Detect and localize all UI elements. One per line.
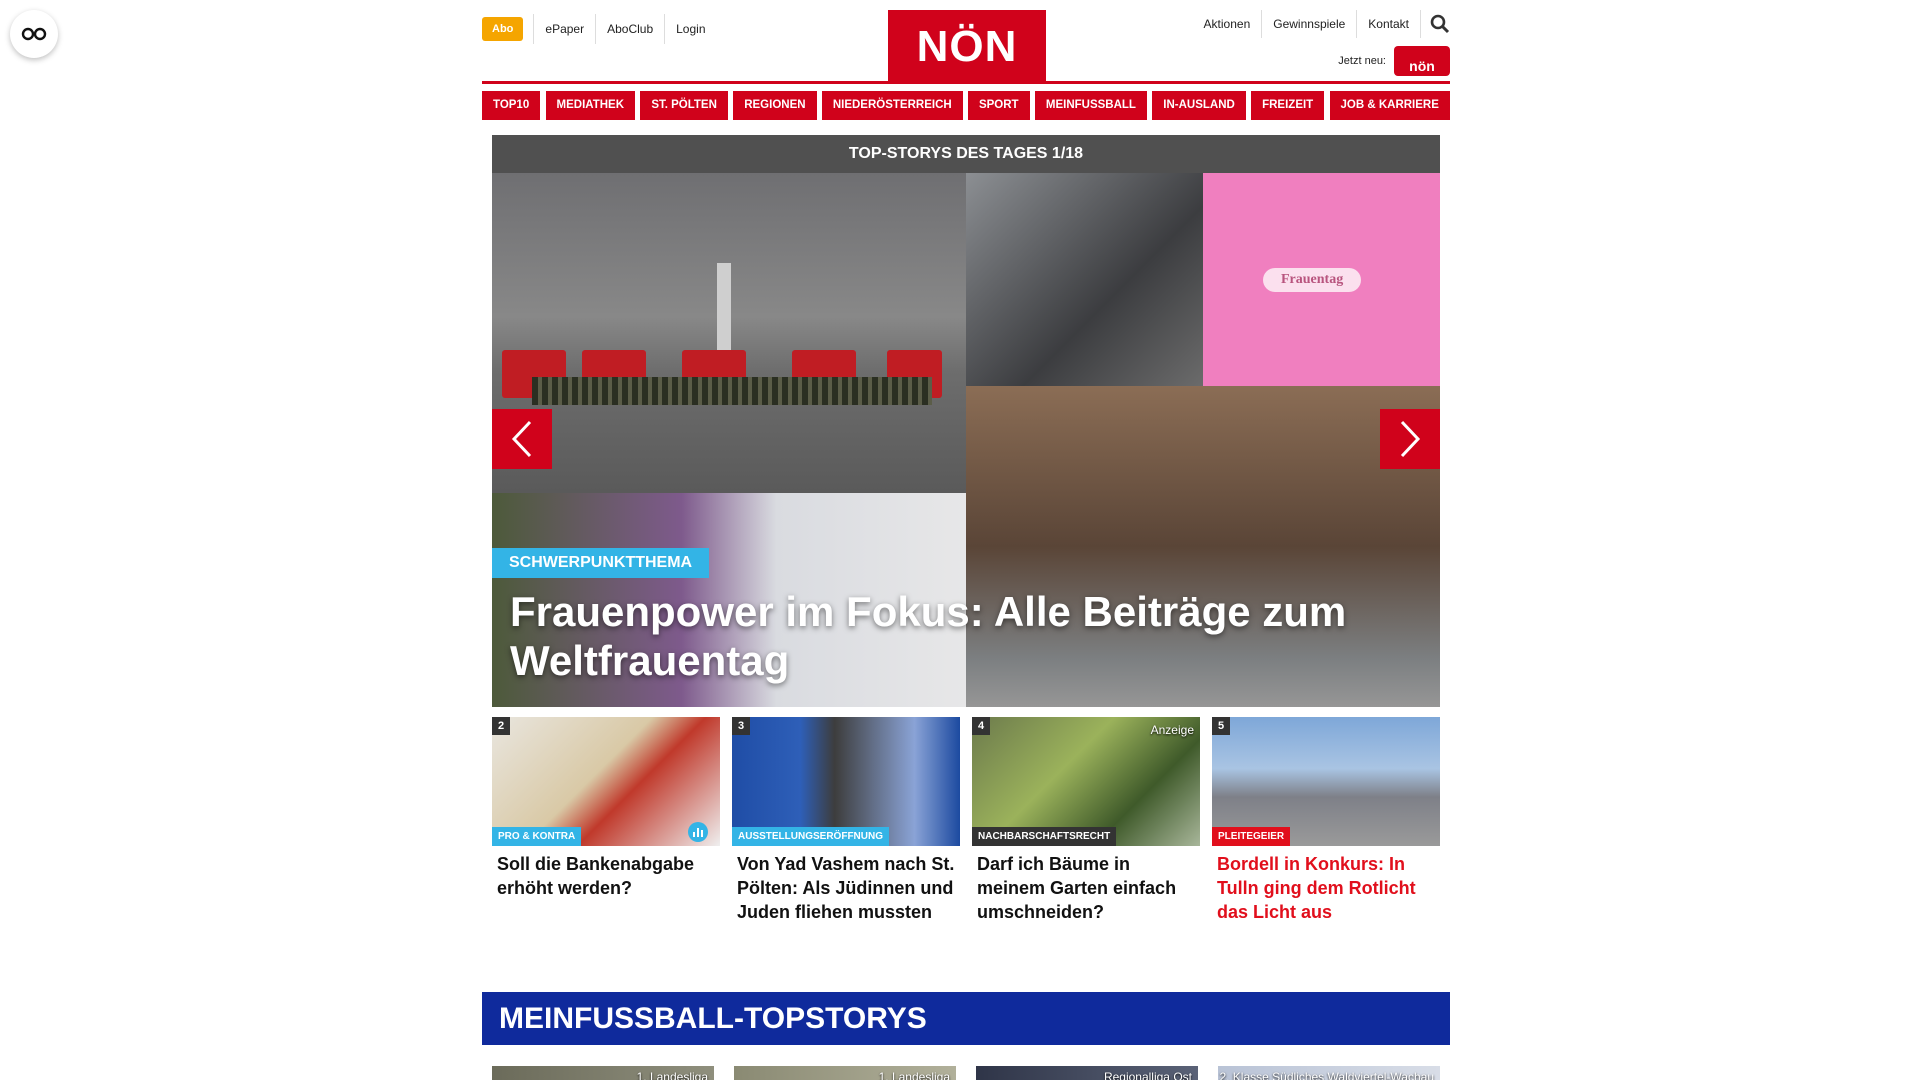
jetzt-neu-label: Jetzt neu: (1338, 55, 1386, 67)
poll-chart-icon (688, 822, 708, 842)
fussball-cards: 1. Landesliga 1. Landesliga Regionalliga… (492, 1066, 1440, 1080)
story-title[interactable]: Darf ich Bäume in meinem Garten einfach … (972, 846, 1200, 924)
chevron-right-icon (1400, 420, 1421, 458)
league-label: 2. Klasse Südliches Waldviertel-Wachau (1219, 1070, 1434, 1080)
nav-niederoesterreich[interactable]: NIEDERÖSTERREICH (821, 91, 963, 120)
gewinnspiele-link[interactable]: Gewinnspiele (1261, 10, 1356, 38)
epaper-link[interactable]: ePaper (533, 14, 595, 44)
fussball-card[interactable]: 1. Landesliga (734, 1066, 956, 1080)
nav-job-karriere[interactable]: JOB & KARRIERE (1329, 91, 1450, 120)
nav-top10[interactable]: TOP10 (482, 91, 541, 120)
header-left-links: Abo ePaper AboClub Login (482, 14, 717, 44)
workshop-group-image (966, 173, 1203, 386)
nav-regionen[interactable]: REGIONEN (733, 91, 817, 120)
fussball-card[interactable]: Regionalliga Ost (976, 1066, 1198, 1080)
story-tag: PRO & KONTRA (492, 827, 582, 846)
glasses-icon (21, 27, 47, 41)
chevron-left-icon (511, 420, 532, 458)
slider-prev-button[interactable] (492, 409, 552, 469)
story-image: 4 Anzeige NACHBARSCHAFTSRECHT (972, 717, 1200, 846)
league-label: 1. Landesliga (878, 1070, 950, 1080)
reader-mode-button[interactable] (10, 10, 58, 58)
story-rank: 2 (492, 717, 510, 735)
story-image: 2 PRO & KONTRA (492, 717, 720, 846)
abo-button[interactable]: Abo (482, 17, 524, 41)
story-tag: AUSSTELLUNGSERÖFFNUNG (732, 827, 889, 846)
story-title[interactable]: Bordell in Konkurs: In Tulln ging dem Ro… (1212, 846, 1440, 924)
story-card[interactable]: 4 Anzeige NACHBARSCHAFTSRECHT Darf ich B… (972, 717, 1200, 924)
slider-kicker: SCHWERPUNKTTHEMA (492, 548, 710, 578)
frauentag-label: Frauentag (1263, 268, 1362, 292)
fussball-card[interactable]: 2. Klasse Südliches Waldviertel-Wachau (1218, 1066, 1440, 1080)
story-rank: 5 (1212, 717, 1230, 735)
ladder-graphic (717, 263, 731, 353)
nav-sport[interactable]: SPORT (967, 91, 1030, 120)
noen-app-badge[interactable]: nön (1394, 46, 1450, 76)
story-image: 3 AUSSTELLUNGSERÖFFNUNG (732, 717, 960, 846)
fire-brigade-image (492, 173, 966, 493)
kontakt-link[interactable]: Kontakt (1356, 10, 1420, 38)
header-right-links: Aktionen Gewinnspiele Kontakt (1193, 10, 1450, 38)
nav-mediathek[interactable]: MEDIATHEK (545, 91, 636, 120)
top-stories-slider[interactable]: TOP-STORYS DES TAGES 1/18 Frauentag SCHW… (492, 135, 1440, 707)
site-logo[interactable]: NÖN (888, 10, 1046, 84)
slider-title: TOP-STORYS DES TAGES 1/18 (492, 135, 1440, 173)
nav-freizeit[interactable]: FREIZEIT (1251, 91, 1325, 120)
story-image: 5 PLEITEGEIER (1212, 717, 1440, 846)
site-header: Abo ePaper AboClub Login NÖN Aktionen Ge… (482, 0, 1450, 84)
page-container: Abo ePaper AboClub Login NÖN Aktionen Ge… (482, 0, 1450, 1080)
story-cards: 2 PRO & KONTRA Soll die Bankenabgabe erh… (492, 717, 1440, 924)
login-link[interactable]: Login (664, 14, 716, 44)
aktionen-link[interactable]: Aktionen (1193, 10, 1262, 38)
meinfussball-section-title: MEINFUSSBALL-TOPSTORYS (482, 992, 1450, 1045)
story-rank: 4 (972, 717, 990, 735)
story-tag: NACHBARSCHAFTSRECHT (972, 827, 1117, 846)
nav-meinfussball[interactable]: MEINFUSSBALL (1034, 91, 1147, 120)
story-card[interactable]: 5 PLEITEGEIER Bordell in Konkurs: In Tul… (1212, 717, 1440, 924)
firefighters-row (532, 377, 932, 405)
ad-label: Anzeige (1150, 723, 1194, 737)
league-label: 1. Landesliga (636, 1070, 708, 1080)
fussball-card[interactable]: 1. Landesliga (492, 1066, 714, 1080)
slider-next-button[interactable] (1380, 409, 1440, 469)
story-title[interactable]: Von Yad Vashem nach St. Pölten: Als Jüdi… (732, 846, 960, 924)
story-card[interactable]: 2 PRO & KONTRA Soll die Bankenabgabe erh… (492, 717, 720, 924)
main-navigation: TOP10 MEDIATHEK ST. PÖLTEN REGIONEN NIED… (482, 91, 1450, 120)
story-tag: PLEITEGEIER (1212, 827, 1291, 846)
jetzt-neu-promo: Jetzt neu: nön (1338, 46, 1450, 76)
league-label: Regionalliga Ost (1103, 1070, 1192, 1080)
search-button[interactable] (1420, 10, 1450, 38)
aboclub-link[interactable]: AboClub (595, 14, 664, 44)
search-icon (1430, 14, 1450, 34)
nav-in-ausland[interactable]: IN-AUSLAND (1152, 91, 1246, 120)
story-rank: 3 (732, 717, 750, 735)
story-card[interactable]: 3 AUSSTELLUNGSERÖFFNUNG Von Yad Vashem n… (732, 717, 960, 924)
nav-st-poelten[interactable]: ST. PÖLTEN (640, 91, 728, 120)
story-title[interactable]: Soll die Bankenabgabe erhöht werden? (492, 846, 720, 900)
frauentag-image: Frauentag (1203, 173, 1440, 386)
slider-headline[interactable]: Frauenpower im Fokus: Alle Beiträge zum … (510, 587, 1410, 685)
